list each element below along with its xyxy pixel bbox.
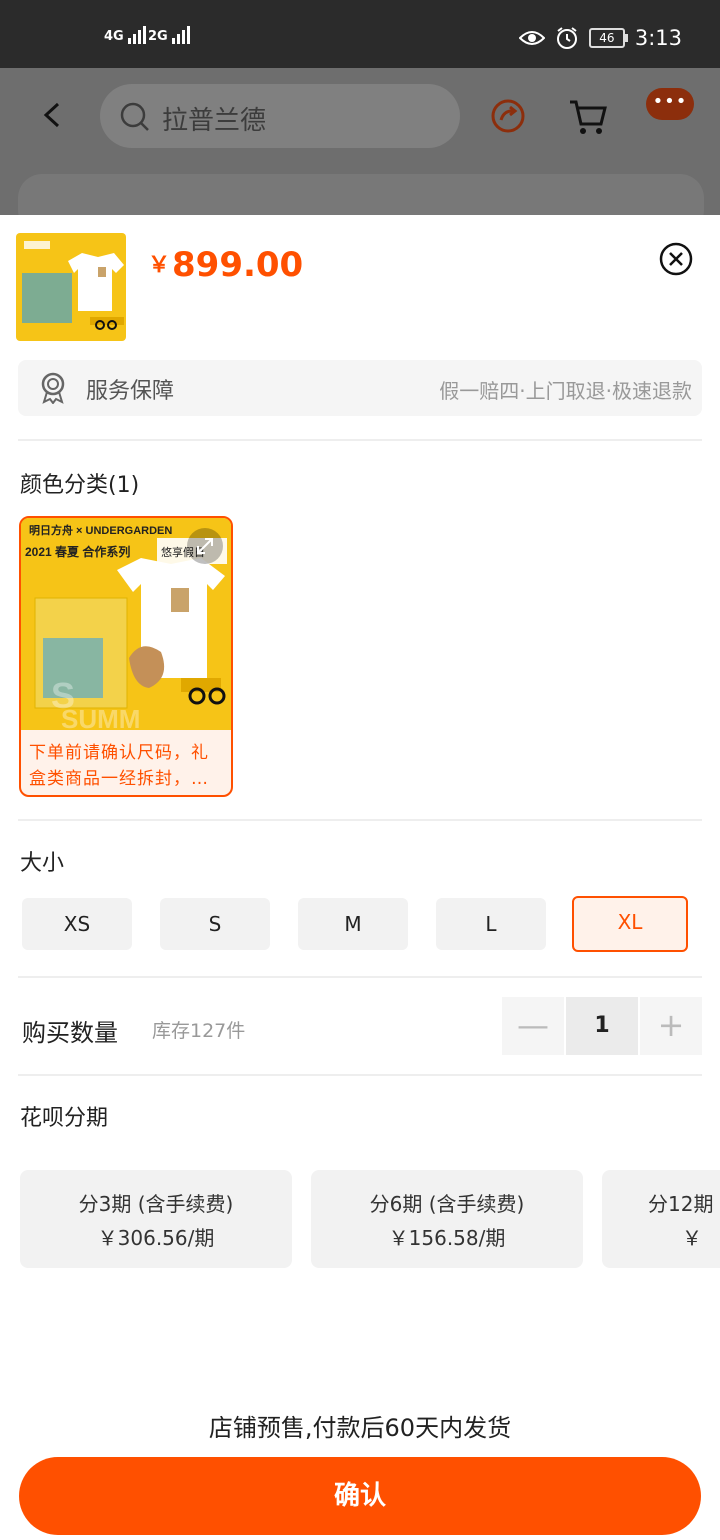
size-option-l[interactable]: L xyxy=(436,898,546,950)
size-option-m[interactable]: M xyxy=(298,898,408,950)
background-page-overlay[interactable]: 拉普兰德 ••• xyxy=(0,68,720,234)
back-arrow-icon[interactable] xyxy=(40,102,66,128)
quantity-label: 购买数量 xyxy=(22,1019,118,1047)
currency-symbol: ￥ xyxy=(148,253,171,278)
svg-text:2021 春夏 合作系列: 2021 春夏 合作系列 xyxy=(25,544,130,559)
more-menu-button[interactable]: ••• xyxy=(646,88,694,120)
size-section-title: 大小 xyxy=(20,851,65,876)
color-option-image: 明日方舟 × UNDERGARDEN 2021 春夏 合作系列 悠享假日 S S… xyxy=(21,518,231,734)
size-option-s[interactable]: S xyxy=(160,898,270,950)
installment-amount: ￥306.56/期 xyxy=(97,1226,215,1250)
search-icon xyxy=(120,102,149,131)
badge-icon xyxy=(41,372,65,404)
alarm-icon xyxy=(556,27,577,49)
search-input[interactable]: 拉普兰德 xyxy=(100,84,460,148)
installment-term: 分12期 xyxy=(648,1192,714,1216)
search-query-text: 拉普兰德 xyxy=(162,106,267,136)
quantity-value[interactable]: 1 xyxy=(566,997,638,1055)
clock: 3:13 xyxy=(634,26,682,50)
quantity-stepper: — 1 + xyxy=(502,997,702,1055)
divider xyxy=(18,1074,702,1076)
expand-icon[interactable] xyxy=(187,528,223,564)
net-label-1: 4G xyxy=(104,29,124,44)
eye-icon xyxy=(518,31,545,45)
close-icon[interactable] xyxy=(659,242,693,276)
color-option[interactable]: 明日方舟 × UNDERGARDEN 2021 春夏 合作系列 悠享假日 S S… xyxy=(19,516,233,797)
stock-count: 库存127件 xyxy=(152,1020,246,1042)
installment-term: 分6期 (含手续费) xyxy=(369,1192,525,1216)
installment-option-6[interactable]: 分6期 (含手续费) ￥156.58/期 xyxy=(311,1170,583,1268)
signal-4g-icon: 4G xyxy=(104,26,148,44)
battery-level: 46 xyxy=(599,31,615,45)
share-icon[interactable] xyxy=(490,98,526,134)
signal-2g-icon: 2G xyxy=(148,26,192,44)
size-option-xs[interactable]: XS xyxy=(22,898,132,950)
battery-icon: 46 xyxy=(588,28,628,48)
color-option-label: 下单前请确认尺码，礼盒类商品一经拆封，… xyxy=(29,743,209,789)
divider xyxy=(18,976,702,978)
service-guarantee-bar[interactable]: 服务保障 假一赔四·上门取退·极速退款 xyxy=(18,360,702,416)
color-section-title: 颜色分类(1) xyxy=(20,473,140,498)
cart-icon[interactable] xyxy=(568,96,608,136)
divider xyxy=(18,439,702,441)
installment-amount: ￥156.58/期 xyxy=(388,1226,506,1250)
price-value: 899.00 xyxy=(172,245,304,285)
svg-text:SUMM: SUMM xyxy=(61,704,140,730)
svg-text:明日方舟 × UNDERGARDEN: 明日方舟 × UNDERGARDEN xyxy=(29,523,172,537)
product-thumbnail[interactable] xyxy=(16,233,126,341)
installment-amount: ￥ xyxy=(682,1226,702,1250)
installment-option-3[interactable]: 分3期 (含手续费) ￥306.56/期 xyxy=(20,1170,292,1268)
product-price: ￥899.00 xyxy=(148,245,303,285)
presale-note: 店铺预售,付款后60天内发货 xyxy=(208,1414,512,1442)
sku-selection-sheet: ￥899.00 服务保障 假一赔四·上门取退·极速退款 颜色分类(1) 明日方舟… xyxy=(0,215,720,1540)
confirm-button[interactable]: 确认 xyxy=(19,1457,701,1535)
net-label-2: 2G xyxy=(148,29,168,44)
status-bar: 4G 2G 46 3:13 xyxy=(0,0,720,68)
service-detail: 假一赔四·上门取退·极速退款 xyxy=(439,379,692,403)
installment-option-12[interactable]: 分12期 ￥ xyxy=(602,1170,720,1268)
installment-section-title: 花呗分期 xyxy=(20,1106,109,1131)
increase-button[interactable]: + xyxy=(640,997,702,1055)
installment-term: 分3期 (含手续费) xyxy=(78,1192,234,1216)
decrease-button[interactable]: — xyxy=(502,997,564,1055)
size-option-xl-selected[interactable]: XL xyxy=(572,896,688,952)
service-label: 服务保障 xyxy=(86,379,175,404)
divider xyxy=(18,819,702,821)
